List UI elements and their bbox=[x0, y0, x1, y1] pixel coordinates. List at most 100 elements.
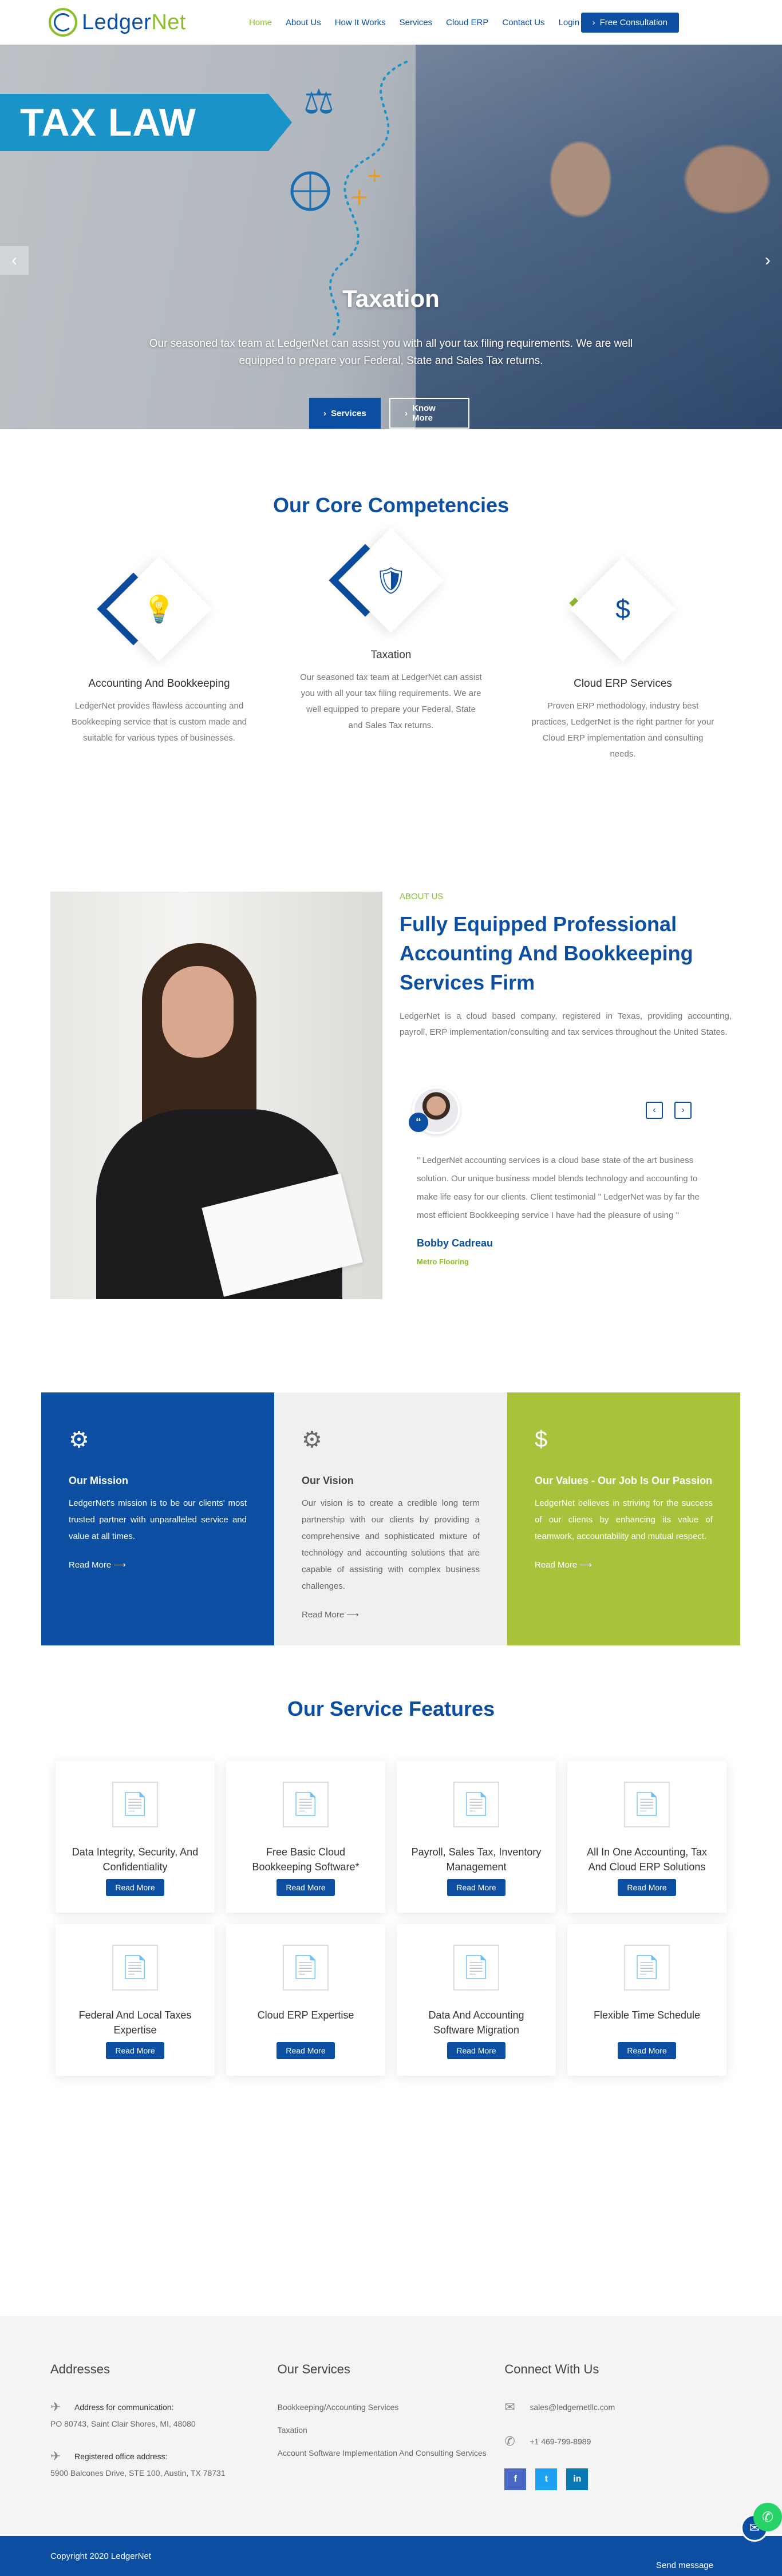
hero-subtitle: Our seasoned tax team at LedgerNet can a… bbox=[149, 338, 633, 367]
read-more-link[interactable]: Read More ⟶ bbox=[69, 1560, 247, 1570]
nav-login[interactable]: Login bbox=[559, 18, 580, 27]
svg-text:⚖: ⚖ bbox=[303, 82, 334, 122]
service-features: Our Service Features 📄 Data Integrity, Se… bbox=[0, 1645, 782, 2332]
testimonial-header: “ ‹ › bbox=[400, 1086, 732, 1134]
send-message-button[interactable]: Send message bbox=[656, 2561, 713, 2570]
about-tag: ABOUT US bbox=[400, 892, 444, 901]
read-more-button[interactable]: Read More bbox=[618, 2042, 676, 2059]
read-more-link[interactable]: Read More ⟶ bbox=[535, 1560, 713, 1570]
feature-card: 📄 Payroll, Sales Tax, Inventory Managemen… bbox=[397, 1761, 556, 1913]
competency-card: 🛡 Taxation Our seasoned tax team at Ledg… bbox=[298, 528, 484, 762]
document-icon: 📄 bbox=[453, 1782, 499, 1827]
paper-plane-icon: ✈ bbox=[50, 2449, 61, 2463]
testimonial-prev-button[interactable]: ‹ bbox=[646, 1102, 663, 1119]
section-title: Our Core Competencies bbox=[272, 493, 510, 517]
slider-next-button[interactable]: › bbox=[753, 246, 782, 275]
free-consultation-button[interactable]: › Free Consultation bbox=[580, 12, 679, 33]
read-more-button[interactable]: Read More bbox=[618, 1879, 676, 1896]
phone-link[interactable]: +1 469-799-8989 bbox=[530, 2437, 591, 2446]
read-more-button[interactable]: Read More bbox=[447, 2042, 505, 2059]
nav-home[interactable]: Home bbox=[249, 18, 272, 27]
read-more-button[interactable]: Read More bbox=[447, 1879, 505, 1896]
mail-icon: ✉ bbox=[504, 2400, 515, 2414]
about-text: LedgerNet is a cloud based company, regi… bbox=[400, 1011, 732, 1037]
arrow-right-icon: ⟶ bbox=[346, 1610, 359, 1620]
read-more-button[interactable]: Read More bbox=[106, 2042, 164, 2059]
competency-card: 💡 Accounting And Bookkeeping LedgerNet p… bbox=[66, 556, 252, 762]
chevron-left-icon: ‹ bbox=[653, 1105, 656, 1115]
feature-card: 📄 Free Basic Cloud Bookkeeping Software* R… bbox=[226, 1761, 385, 1913]
nav-how-it-works[interactable]: How It Works bbox=[335, 18, 386, 27]
nav-about-us[interactable]: About Us bbox=[286, 18, 321, 27]
hero-slider: ⚖ + + TAX LAW ‹ › Taxation Our seasoned … bbox=[0, 45, 782, 429]
twitter-icon[interactable]: t bbox=[535, 2468, 558, 2490]
email-link[interactable]: sales@ledgernetllc.com bbox=[530, 2403, 615, 2412]
footer-link[interactable]: Account Software Implementation And Cons… bbox=[278, 2446, 505, 2460]
competency-card: $ Cloud ERP Services Proven ERP methodol… bbox=[530, 556, 716, 762]
document-icon: 📄 bbox=[624, 1945, 670, 1991]
testimonial-next-button[interactable]: › bbox=[674, 1102, 692, 1119]
logo[interactable]: LedgerNet bbox=[49, 8, 203, 37]
team-icon: ⚙ bbox=[69, 1427, 89, 1453]
feature-card: 📄 Data And Accounting Software Migration R… bbox=[397, 1924, 556, 2076]
read-more-button[interactable]: Read More bbox=[277, 1879, 335, 1896]
read-more-button[interactable]: Read More bbox=[277, 2042, 335, 2059]
services-button[interactable]: › Services bbox=[309, 398, 381, 429]
nav-cloud-erp[interactable]: Cloud ERP bbox=[446, 18, 488, 27]
testimonial-quote: " LedgerNet accounting services is a clo… bbox=[417, 1156, 700, 1220]
chevron-left-icon: ‹ bbox=[11, 251, 17, 270]
hero-buttons: › Services › Know More bbox=[309, 398, 469, 429]
tax-law-ribbon: TAX LAW bbox=[0, 94, 292, 151]
document-icon: 📄 bbox=[283, 1945, 329, 1991]
footer-link[interactable]: Bookkeeping/Accounting Services bbox=[278, 2400, 505, 2415]
mission-card: ⚙ Our Mission LedgerNet's mission is to … bbox=[41, 1392, 274, 1645]
chevron-right-icon: › bbox=[765, 251, 771, 270]
mission-vision-values: ⚙ Our Mission LedgerNet's mission is to … bbox=[41, 1392, 741, 1645]
footer-link[interactable]: Taxation bbox=[278, 2423, 505, 2437]
feature-card: 📄 Flexible Time Schedule Read More bbox=[567, 1924, 726, 2076]
document-icon: 📄 bbox=[453, 1945, 499, 1991]
competency-name: Cloud ERP Services bbox=[574, 678, 672, 690]
core-competencies: Our Core Competencies 💡 Accounting And B… bbox=[0, 429, 782, 892]
chevron-right-icon: › bbox=[592, 17, 595, 27]
nav-contact-us[interactable]: Contact Us bbox=[502, 18, 544, 27]
competency-name: Taxation bbox=[370, 649, 412, 661]
read-more-link[interactable]: Read More ⟶ bbox=[302, 1609, 480, 1620]
document-icon: 📄 bbox=[283, 1782, 329, 1827]
know-more-button[interactable]: › Know More bbox=[389, 398, 469, 429]
linkedin-icon[interactable]: in bbox=[566, 2468, 589, 2490]
dollar-hand-icon: $ bbox=[535, 1427, 548, 1452]
testimonial-name: Bobby Cadreau bbox=[417, 1237, 493, 1249]
dollar-shield-icon: 🛡 bbox=[374, 565, 408, 595]
bulb-gear-icon: 💡 bbox=[143, 593, 176, 624]
logo-icon bbox=[49, 8, 77, 37]
document-icon: 📄 bbox=[624, 1782, 670, 1827]
section-title: Our Service Features bbox=[287, 1697, 495, 1720]
svg-text:+: + bbox=[366, 164, 383, 187]
arrow-right-icon: ⟶ bbox=[113, 1560, 126, 1570]
read-more-button[interactable]: Read More bbox=[106, 1879, 164, 1896]
whatsapp-icon[interactable]: ✆ bbox=[753, 2503, 782, 2531]
competency-desc: Proven ERP methodology, industry best pr… bbox=[531, 701, 714, 759]
gear-people-icon: ⚙ bbox=[302, 1427, 322, 1453]
footer-connect: Connect With Us ✉ sales@ledgernetllc.com … bbox=[504, 2362, 732, 2536]
feature-card: 📄 Federal And Local Taxes Expertise Read M… bbox=[56, 1924, 215, 2076]
footer-addresses: Addresses ✈ Address for communication: PO… bbox=[50, 2362, 226, 2478]
slider-prev-button[interactable]: ‹ bbox=[0, 246, 29, 275]
paper-plane-icon: ✈ bbox=[50, 2400, 61, 2414]
nav-services[interactable]: Services bbox=[400, 18, 433, 27]
feature-card: 📄 All In One Accounting, Tax And Cloud ER… bbox=[567, 1761, 726, 1913]
site-header: LedgerNet Home About Us How It Works Ser… bbox=[0, 0, 782, 45]
main-nav: Home About Us How It Works Services Clou… bbox=[249, 18, 579, 27]
arrow-right-icon: ⟶ bbox=[579, 1560, 592, 1570]
quote-icon: “ bbox=[409, 1113, 428, 1132]
phone-icon: ✆ bbox=[504, 2434, 515, 2448]
chevron-right-icon: › bbox=[405, 408, 408, 418]
vision-card: ⚙ Our Vision Our vision is to create a c… bbox=[274, 1392, 507, 1645]
about-section: ABOUT US Fully Equipped Professional Acc… bbox=[0, 892, 782, 1350]
competency-name: Accounting And Bookkeeping bbox=[88, 678, 230, 690]
logo-text: LedgerNet bbox=[82, 10, 186, 34]
facebook-icon[interactable]: f bbox=[504, 2468, 527, 2490]
avatar: “ bbox=[409, 1086, 460, 1134]
about-photo bbox=[50, 892, 382, 1299]
